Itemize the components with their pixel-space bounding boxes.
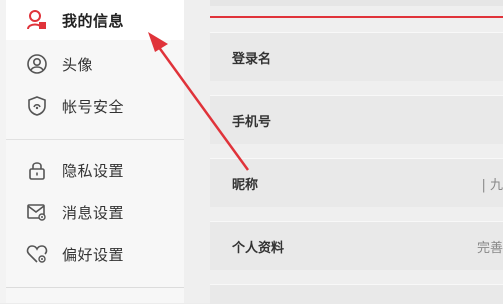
sidebar-item-label: 消息设置 (62, 203, 125, 222)
main-content: 登录名 手机号 昵称 | 九 个人资料 完善 (184, 0, 503, 304)
sidebar-item-privacy[interactable]: 隐私设置 (6, 150, 184, 190)
sidebar-item-label: 隐私设置 (62, 161, 125, 180)
info-row-profile[interactable]: 个人资料 完善 (210, 221, 503, 270)
row-value: | 九 (481, 177, 503, 193)
sidebar-item-preferences[interactable]: 偏好设置 (6, 234, 184, 274)
sidebar-item-label: 头像 (62, 55, 94, 74)
row-label: 登录名 (232, 51, 272, 67)
row-label: 手机号 (232, 114, 272, 130)
row-value: 完善 (476, 240, 503, 256)
settings-sidebar: 我的信息 头像 帐号安全 隐私设置 消息设置 偏好设置 (6, 0, 196, 303)
shield-icon (26, 95, 48, 117)
info-row-partial (210, 284, 503, 304)
avatar-icon (26, 53, 48, 75)
user-profile-icon (26, 9, 48, 31)
sidebar-item-message-settings[interactable]: 消息设置 (6, 192, 184, 232)
sidebar-divider (6, 139, 184, 140)
info-row-nickname[interactable]: 昵称 | 九 (210, 158, 503, 207)
info-row-login-name[interactable]: 登录名 (210, 32, 503, 81)
sidebar-item-label: 帐号安全 (62, 97, 125, 116)
sidebar-item-label: 我的信息 (62, 11, 125, 30)
accent-underline (210, 16, 503, 18)
sidebar-item-avatar[interactable]: 头像 (6, 44, 184, 84)
sidebar-item-account-security[interactable]: 帐号安全 (6, 86, 184, 126)
sidebar-item-label: 偏好设置 (62, 245, 125, 264)
info-row-phone[interactable]: 手机号 (210, 95, 503, 144)
message-settings-icon (26, 201, 48, 223)
top-faint-bar (210, 0, 503, 6)
sidebar-item-my-info[interactable]: 我的信息 (6, 0, 196, 40)
heart-settings-icon (26, 243, 48, 265)
row-label: 个人资料 (232, 240, 285, 256)
sidebar-bottom-divider (6, 287, 184, 288)
app-window: 我的信息 头像 帐号安全 隐私设置 消息设置 偏好设置 登录名 手机号 昵称 |… (0, 0, 503, 304)
lock-icon (26, 159, 48, 181)
row-label: 昵称 (232, 177, 259, 193)
